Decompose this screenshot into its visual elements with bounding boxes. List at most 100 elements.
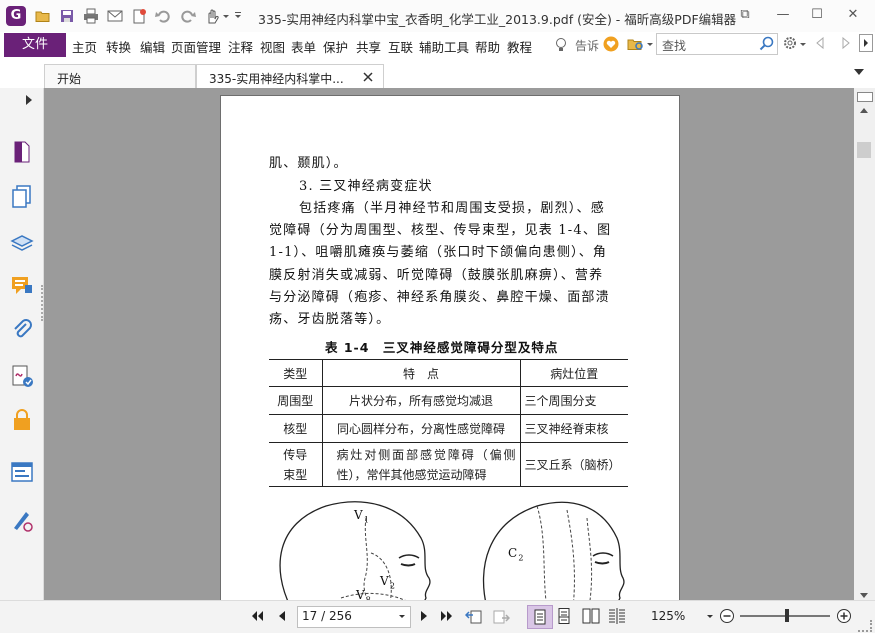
table-row: 周围型 片状分布，所有感觉均减退 三个周围分支: [269, 386, 628, 415]
page-thumbnails-icon[interactable]: [10, 140, 34, 164]
table-row: 传导 束型 病灶对侧面部感觉障碍（偏侧性），常伴其他感觉运动障碍 三叉丘系（脑桥…: [269, 442, 628, 487]
zoom-dropdown-icon[interactable]: [706, 613, 714, 621]
comments-icon[interactable]: [10, 274, 34, 298]
lightbulb-icon[interactable]: [553, 37, 569, 53]
text-line: 肌、颞肌）。: [269, 156, 348, 171]
new-document-icon[interactable]: [131, 8, 147, 24]
close-button[interactable]: ✕: [840, 4, 866, 26]
email-icon[interactable]: [107, 8, 123, 24]
form-fields-icon[interactable]: [10, 460, 34, 484]
first-page-icon[interactable]: [250, 609, 264, 623]
column-header: 病灶位置: [519, 359, 628, 387]
label-v2: V2: [380, 574, 397, 591]
attachments-paperclip-icon[interactable]: [10, 318, 34, 342]
continuous-facing-view-icon[interactable]: [608, 608, 626, 624]
table-cell: 三叉丘系（脑桥）: [519, 442, 628, 487]
menu-view[interactable]: 视图: [260, 37, 285, 56]
menu-share[interactable]: 共享: [356, 37, 381, 56]
settings-dropdown-icon[interactable]: [799, 41, 807, 49]
print-icon[interactable]: [83, 8, 99, 24]
maximize-button[interactable]: ☐: [804, 4, 830, 26]
menu-convert[interactable]: 转换: [106, 37, 131, 56]
hand-tool-icon[interactable]: [204, 8, 220, 24]
menu-organize[interactable]: 页面管理: [171, 37, 221, 56]
undo-icon[interactable]: [155, 8, 171, 24]
ribbon-expand-icon[interactable]: [859, 34, 873, 52]
zoom-in-icon[interactable]: [836, 608, 852, 624]
menu-connect[interactable]: 互联: [388, 37, 413, 56]
menu-home[interactable]: 主页: [72, 37, 97, 56]
security-lock-icon[interactable]: [10, 408, 34, 432]
ribbon-scroll-left-icon[interactable]: [814, 36, 826, 50]
page-dropdown-icon[interactable]: [398, 613, 406, 621]
window-title: 335-实用神经内科掌中宝_衣香明_化学工业_2013.9.pdf (安全) -…: [258, 12, 737, 27]
next-view-icon[interactable]: [492, 607, 510, 625]
file-menu-button[interactable]: 文件: [4, 33, 66, 57]
tab-document-label: 335-实用神经内科掌中...: [209, 72, 344, 86]
layers-icon[interactable]: [10, 230, 34, 254]
find-dropdown-icon[interactable]: [646, 41, 654, 49]
zoom-slider-thumb[interactable]: [785, 609, 789, 622]
tab-document[interactable]: 335-实用神经内科掌中...: [196, 64, 384, 90]
scroll-up-icon[interactable]: [859, 106, 869, 114]
menu-help[interactable]: 帮助: [475, 37, 500, 56]
section-heading: 3. 三叉神经病变症状: [299, 179, 433, 194]
tell-me-label[interactable]: 告诉: [575, 37, 599, 54]
resize-grip[interactable]: [858, 620, 872, 632]
zoom-level[interactable]: 125%: [651, 609, 685, 623]
search-placeholder: 查找: [662, 39, 687, 53]
menu-comment[interactable]: 注释: [228, 37, 253, 56]
facing-view-icon[interactable]: [582, 608, 600, 624]
heart-icon[interactable]: [603, 36, 619, 52]
text-line: 觉障碍（分为周围型、核型、传导束型，见表 1-4、图: [269, 223, 612, 238]
scroll-down-icon[interactable]: [859, 592, 869, 600]
tab-start[interactable]: 开始: [44, 64, 196, 89]
customize-toolbar-icon[interactable]: [233, 8, 243, 24]
menu-tutorial[interactable]: 教程: [507, 37, 532, 56]
pen-tools-icon[interactable]: [10, 508, 34, 532]
hand-tool-dropdown-icon[interactable]: [221, 8, 231, 24]
tab-start-label: 开始: [57, 72, 82, 86]
last-page-icon[interactable]: [440, 609, 454, 623]
table-cell: 三个周围分支: [519, 386, 628, 415]
table-cell: 病灶对侧面部感觉障碍（偏侧性），常伴其他感觉运动障碍: [321, 442, 520, 487]
next-page-icon[interactable]: [418, 609, 430, 623]
search-icon[interactable]: [759, 36, 775, 52]
previous-view-icon[interactable]: [465, 607, 483, 625]
redo-icon[interactable]: [180, 8, 196, 24]
table-header-row: 类型 特 点 病灶位置: [269, 359, 628, 387]
ribbon-scroll-right-icon[interactable]: [840, 36, 852, 50]
page-number-input[interactable]: 17 / 256: [297, 606, 411, 628]
find-folder-icon[interactable]: [627, 36, 645, 52]
settings-gear-icon[interactable]: [782, 35, 798, 51]
menu-edit[interactable]: 编辑: [140, 37, 165, 56]
menu-protect[interactable]: 保护: [323, 37, 348, 56]
previous-page-icon[interactable]: [276, 609, 288, 623]
tab-list-dropdown-icon[interactable]: [853, 67, 865, 77]
split-view-handle[interactable]: [857, 92, 873, 102]
text-line: 膜反射消失或减弱、听觉障碍（鼓膜张肌麻痹）、营养: [269, 268, 604, 283]
scroll-thumb[interactable]: [857, 142, 871, 158]
pages-panel-icon[interactable]: [10, 184, 34, 208]
minimize-button[interactable]: —: [770, 4, 796, 26]
continuous-view-icon[interactable]: [557, 608, 571, 624]
close-tab-icon[interactable]: [363, 72, 373, 82]
table-cell: 核型: [269, 414, 322, 443]
search-input[interactable]: 查找: [656, 33, 778, 55]
save-icon[interactable]: [59, 8, 75, 24]
vertical-scrollbar[interactable]: [854, 88, 875, 600]
single-page-view-button[interactable]: [527, 605, 553, 629]
restore-ribbon-button[interactable]: ⧉: [732, 4, 758, 26]
menu-accessibility[interactable]: 辅助工具: [419, 37, 469, 56]
single-page-icon: [534, 609, 546, 625]
text-line: 疡、牙齿脱落等）。: [269, 312, 391, 327]
label-c2: C2: [508, 546, 525, 563]
app-logo-icon[interactable]: G: [6, 6, 26, 26]
open-folder-icon[interactable]: [35, 8, 51, 24]
zoom-out-icon[interactable]: [719, 608, 735, 624]
table-cell: 同心圆样分布，分离性感觉障碍: [321, 414, 520, 443]
pdf-page[interactable]: 肌、颞肌）。 3. 三叉神经病变症状 包括疼痛（半月神经节和周围支受损，剧烈）、…: [220, 95, 680, 617]
sidebar-expand-icon[interactable]: [24, 94, 34, 106]
menu-form[interactable]: 表单: [291, 37, 316, 56]
signatures-icon[interactable]: [10, 364, 34, 388]
